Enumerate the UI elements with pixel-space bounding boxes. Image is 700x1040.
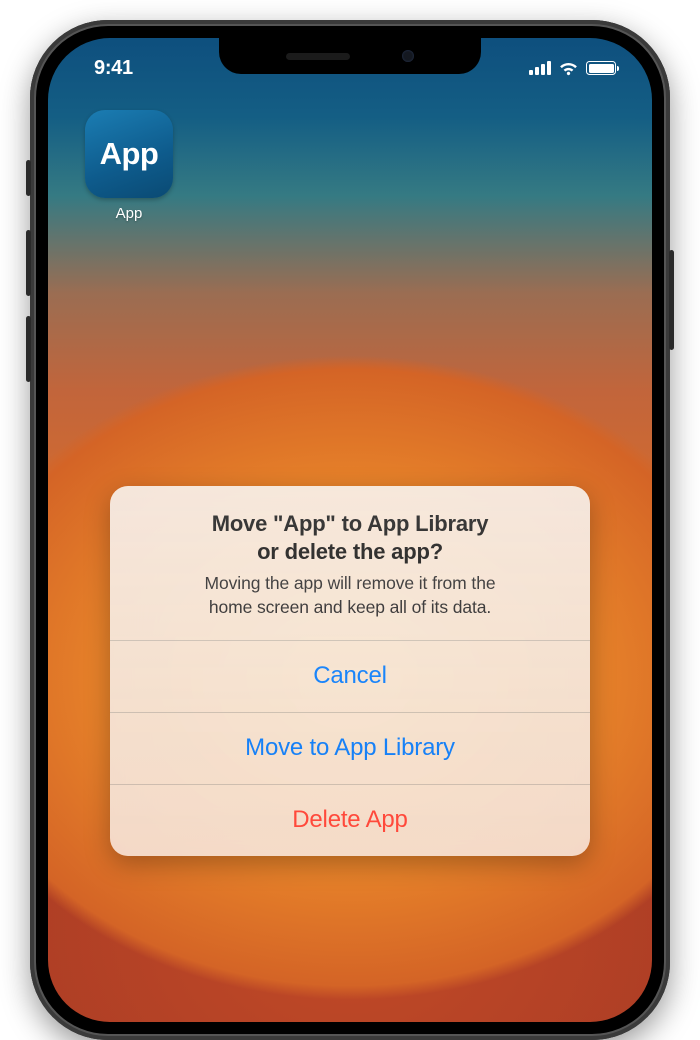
volume-up-button (26, 230, 31, 296)
action-sheet-subtitle: Moving the app will remove it from the h… (138, 572, 562, 619)
status-indicators (529, 61, 622, 76)
move-to-library-button[interactable]: Move to App Library (110, 712, 590, 784)
cancel-label: Cancel (313, 662, 387, 690)
volume-down-button (26, 316, 31, 382)
action-sheet-title: Move "App" to App Library or delete the … (138, 510, 562, 566)
notch (219, 38, 481, 74)
app-icon-text: App (100, 136, 159, 172)
delete-app-button[interactable]: Delete App (110, 784, 590, 856)
speaker-grille (286, 53, 350, 60)
phone-screen: 9:41 App A (48, 38, 652, 1022)
front-camera (402, 50, 414, 62)
mute-switch (26, 160, 31, 196)
power-button (669, 250, 674, 350)
action-sheet: Move "App" to App Library or delete the … (110, 486, 590, 856)
battery-icon (586, 61, 616, 75)
wifi-icon (558, 61, 579, 76)
delete-label: Delete App (292, 806, 407, 834)
home-app[interactable]: App App (82, 110, 176, 222)
app-icon[interactable]: App (85, 110, 173, 198)
move-label: Move to App Library (245, 734, 455, 762)
action-sheet-header: Move "App" to App Library or delete the … (110, 486, 590, 640)
cellular-signal-icon (529, 61, 551, 75)
status-time: 9:41 (78, 57, 133, 80)
phone-frame: 9:41 App A (30, 20, 670, 1040)
cancel-button[interactable]: Cancel (110, 640, 590, 712)
app-icon-label: App (82, 205, 176, 222)
